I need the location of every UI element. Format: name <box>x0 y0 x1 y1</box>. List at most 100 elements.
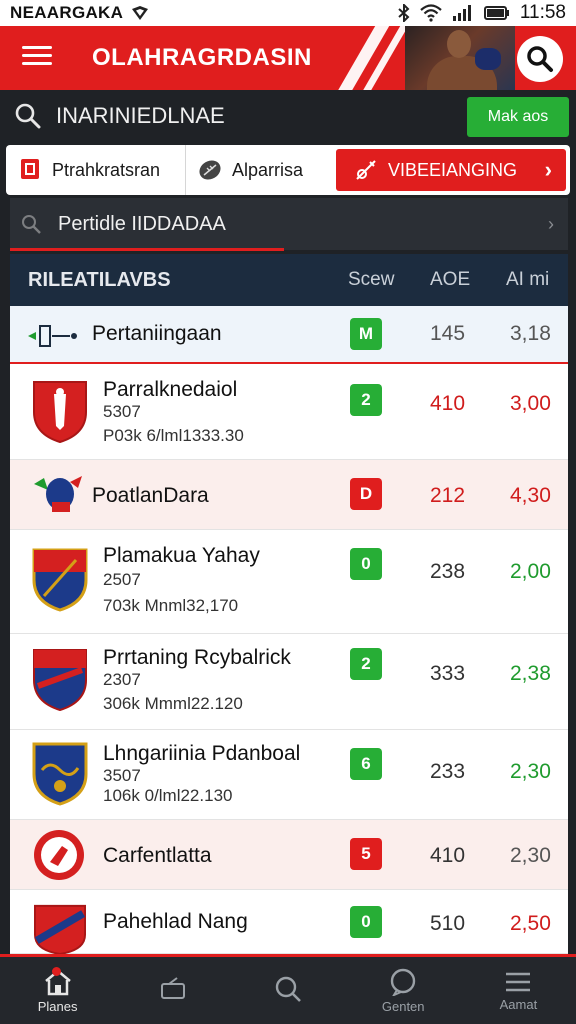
tab-vibeeianging[interactable]: VIBEEIANGING › <box>336 149 566 191</box>
status-badge: 0 <box>350 906 382 938</box>
chevron-right-icon: › <box>548 213 554 234</box>
status-badge: 2 <box>350 648 382 680</box>
chat-icon <box>391 968 416 996</box>
table-title: RILEATILAVBS <box>28 268 171 291</box>
table-row[interactable]: Plamakua Yahay 2507 703k Mnml32,170 0 23… <box>10 530 568 634</box>
tab-label: Alparrisa <box>232 159 304 180</box>
nav-inbox[interactable] <box>115 957 230 1024</box>
column-header[interactable]: AI mi <box>506 269 549 291</box>
ball-icon <box>199 160 221 180</box>
table-header: RILEATILAVBS Scew AOE AI mi <box>10 254 568 306</box>
odds-value: 2,38 <box>510 662 551 685</box>
odds-value: 3,18 <box>510 322 551 345</box>
team-name: Carfentlatta <box>103 844 212 867</box>
table-row[interactable]: Carfentlatta 5 410 2,30 <box>10 820 568 890</box>
table-row[interactable]: Prrtaning Rcybalrick 2307 306k Mmml22.12… <box>10 634 568 730</box>
bluetooth-icon <box>398 4 410 22</box>
category-tabs: Ptrahkratsran Alparrisa VIBEEIANGING › <box>6 145 570 195</box>
team-meta: 703k Mnml32,170 <box>103 596 239 615</box>
clock: 11:58 <box>519 2 566 23</box>
score-value: 212 <box>430 484 466 507</box>
team-name: Pahehlad Nang <box>103 910 248 933</box>
trophy-icon <box>21 159 39 179</box>
inbox-icon <box>160 977 185 999</box>
menu-icon <box>506 972 531 991</box>
notification-dot <box>52 967 61 976</box>
status-badge: 0 <box>350 548 382 580</box>
whistle-icon <box>356 160 376 180</box>
odds-value: 2,30 <box>510 760 551 783</box>
search-row: Mak aos <box>0 90 576 142</box>
nav-home[interactable]: Planes <box>0 957 115 1024</box>
status-badge: 5 <box>350 838 382 870</box>
score-value: 410 <box>430 844 466 867</box>
score-value: 510 <box>430 912 466 935</box>
team-name: Plamakua Yahay <box>103 544 260 567</box>
status-badge: M <box>350 318 382 350</box>
nav-label: Genten <box>381 998 425 1014</box>
team-name: Prrtaning Rcybalrick <box>103 646 291 669</box>
tab-label: VIBEEIANGING <box>388 159 518 180</box>
battery-icon <box>483 6 509 20</box>
table-row[interactable]: Parralknedaiol 5307 P03k 6/lml1333.30 2 … <box>10 364 568 460</box>
score-value: 233 <box>430 760 466 783</box>
odds-value: 3,00 <box>510 392 551 415</box>
tab-alparrisa[interactable]: Alparrisa <box>186 145 336 195</box>
odds-value: 4,30 <box>510 484 551 507</box>
header-hero-image <box>405 26 515 90</box>
status-badge: 6 <box>350 748 382 780</box>
tab-ptrahkratsran[interactable]: Ptrahkratsran <box>6 145 186 195</box>
status-badge: D <box>350 478 382 510</box>
nav-menu[interactable]: Aamat <box>461 957 576 1024</box>
team-crest-icon <box>32 742 88 806</box>
team-meta: 306k Mmml22.120 <box>103 694 243 713</box>
column-header[interactable]: Scew <box>348 269 394 291</box>
shield-icon <box>132 6 149 20</box>
table-row[interactable]: Pahehlad Nang 0 510 2,50 <box>10 890 568 954</box>
search-icon <box>15 103 41 129</box>
team-meta: 2307 <box>103 670 141 689</box>
team-crest-icon <box>33 381 87 444</box>
nav-genten[interactable]: Genten <box>346 957 461 1024</box>
app-title: OLAHRAGRDASIN <box>92 44 312 71</box>
hamburger-icon[interactable] <box>22 46 52 70</box>
odds-value: 2,30 <box>510 844 551 867</box>
team-crest-icon <box>34 476 82 512</box>
score-value: 333 <box>430 662 466 685</box>
score-value: 410 <box>430 392 466 415</box>
team-crest-icon <box>33 649 87 712</box>
status-bar: NEAARGAKA 11:58 <box>0 0 576 26</box>
search-input[interactable] <box>56 98 416 134</box>
team-name: PoatlanDara <box>92 484 209 507</box>
team-crest-icon <box>34 830 84 880</box>
team-crest-icon <box>34 904 86 954</box>
tab-label: Ptrahkratsran <box>52 159 161 180</box>
period-selector[interactable]: Pertidle IIDDADAA › <box>10 198 568 250</box>
team-meta: 106k 0/lml22.130 <box>103 786 233 805</box>
odds-value: 2,00 <box>510 560 551 583</box>
column-header[interactable]: AOE <box>430 269 470 291</box>
search-icon <box>275 976 301 1002</box>
nav-search[interactable] <box>230 957 345 1024</box>
team-crest-icon <box>32 548 88 612</box>
bottom-nav: Planes Genten Aamat <box>0 954 576 1024</box>
odds-value: 2,50 <box>510 912 551 935</box>
wifi-icon <box>420 4 442 22</box>
team-meta: 2507 <box>103 570 141 589</box>
table-row[interactable]: Lhngariinia Pdanboal 3507 106k 0/lml22.1… <box>10 730 568 820</box>
table-row[interactable]: Pertaniingaan M 145 3,18 <box>10 306 568 364</box>
nav-label: Aamat <box>499 996 538 1012</box>
signal-icon <box>452 5 471 21</box>
team-name: Parralknedaiol <box>103 378 238 401</box>
app-header: OLAHRAGRDASIN <box>0 26 576 90</box>
score-value: 145 <box>430 322 466 345</box>
team-meta: 3507 <box>103 766 141 785</box>
team-logo-icon <box>28 325 77 347</box>
header-search-button[interactable] <box>517 36 563 82</box>
mark-button[interactable]: Mak aos <box>467 97 569 137</box>
team-meta: P03k 6/lml1333.30 <box>103 426 244 445</box>
table-row[interactable]: PoatlanDara D 212 4,30 <box>10 460 568 530</box>
chevron-right-icon: › <box>544 157 552 182</box>
team-name: Pertaniingaan <box>92 322 222 345</box>
team-meta: 5307 <box>103 402 141 421</box>
